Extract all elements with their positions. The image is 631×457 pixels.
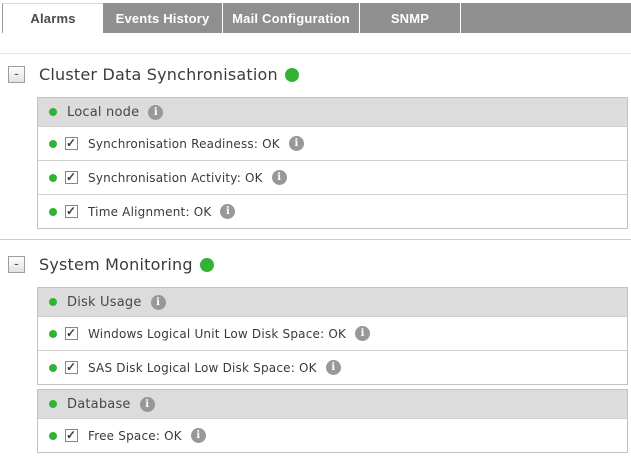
status-bullet [49, 400, 57, 408]
info-icon[interactable]: i [151, 295, 166, 310]
info-icon[interactable]: i [272, 170, 287, 185]
info-icon[interactable]: i [140, 397, 155, 412]
status-bullet [49, 174, 57, 182]
alarm-row-sas-disk-logical-low-disk-space-ok: SAS Disk Logical Low Disk Space: OK i [38, 350, 627, 384]
alarm-label: Time Alignment: OK [88, 205, 211, 219]
status-bullet [49, 140, 57, 148]
tab-snmp[interactable]: SNMP [360, 3, 460, 33]
status-dot [200, 258, 214, 272]
alarm-row-windows-logical-unit-low-disk-space-ok: Windows Logical Unit Low Disk Space: OK i [38, 316, 627, 350]
alarms-panel: -Cluster Data SynchronisationLocal nodei… [0, 33, 631, 453]
alarm-checkbox[interactable] [65, 327, 78, 340]
status-bullet [49, 432, 57, 440]
status-bullet [49, 364, 57, 372]
section-divider [0, 239, 631, 240]
info-icon[interactable]: i [191, 428, 206, 443]
status-bullet [49, 330, 57, 338]
group-database: Database i Free Space: OK i [37, 389, 628, 453]
sections-container: -Cluster Data SynchronisationLocal nodei… [0, 61, 631, 453]
section-title: System Monitoring [39, 255, 193, 274]
tab-bar: AlarmsEvents HistoryMail ConfigurationSN… [2, 3, 631, 33]
alarm-row-time-alignment-ok: Time Alignment: OK i [38, 194, 627, 228]
group-title: Database [67, 397, 131, 412]
alarm-row-synchronisation-activity-ok: Synchronisation Activity: OK i [38, 160, 627, 194]
group-disk-usage: Disk UsageiWindows Logical Unit Low Disk… [37, 287, 628, 385]
alarm-label: Synchronisation Readiness: OK [88, 137, 280, 151]
status-dot [285, 68, 299, 82]
tab-alarms[interactable]: Alarms [2, 3, 103, 33]
section-header-cluster-data-synchronisation: -Cluster Data Synchronisation [8, 61, 631, 88]
alarm-label: Synchronisation Activity: OK [88, 171, 263, 185]
alarm-row-synchronisation-readiness-ok: Synchronisation Readiness: OK i [38, 126, 627, 160]
alarm-row-free-space-ok: Free Space: OK i [38, 418, 627, 452]
alarm-label: Free Space: OK [88, 429, 182, 443]
group-header-database: Database i [38, 390, 627, 418]
alarm-label: Windows Logical Unit Low Disk Space: OK [88, 327, 346, 341]
alarm-checkbox[interactable] [65, 137, 78, 150]
info-icon[interactable]: i [220, 204, 235, 219]
section-title: Cluster Data Synchronisation [39, 65, 278, 84]
alarm-checkbox[interactable] [65, 429, 78, 442]
alarm-label: SAS Disk Logical Low Disk Space: OK [88, 361, 317, 375]
tab-events-history[interactable]: Events History [103, 3, 222, 33]
group-local-node: Local nodeiSynchronisation Readiness: OK… [37, 97, 628, 229]
collapse-icon[interactable]: - [8, 66, 25, 83]
tab-mail-configuration[interactable]: Mail Configuration [223, 3, 359, 33]
alarm-checkbox[interactable] [65, 171, 78, 184]
group-title: Disk Usage [67, 295, 142, 310]
info-icon[interactable]: i [148, 105, 163, 120]
status-bullet [49, 208, 57, 216]
collapse-icon[interactable]: - [8, 256, 25, 273]
status-bullet [49, 108, 57, 116]
group-header-local-node: Local node i [38, 98, 627, 126]
info-icon[interactable]: i [289, 136, 304, 151]
status-bullet [49, 298, 57, 306]
info-icon[interactable]: i [355, 326, 370, 341]
info-icon[interactable]: i [326, 360, 341, 375]
section-header-system-monitoring: -System Monitoring [8, 251, 631, 278]
group-title: Local node [67, 105, 139, 120]
tabbar-underline [0, 53, 631, 54]
group-header-disk-usage: Disk Usage i [38, 288, 627, 316]
alarm-checkbox[interactable] [65, 205, 78, 218]
alarm-checkbox[interactable] [65, 361, 78, 374]
tab-bar-filler [461, 3, 631, 33]
